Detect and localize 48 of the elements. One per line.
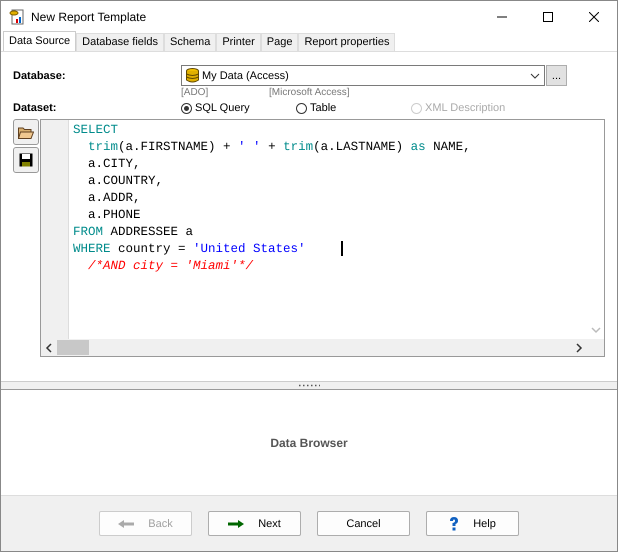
code-line: a.COUNTRY, [87, 173, 164, 190]
code-line: a.PHONE [87, 207, 141, 224]
splitter-handle[interactable] [1, 381, 617, 390]
window-title: New Report Template [31, 10, 148, 24]
text-cursor [341, 241, 343, 256]
provider-text: [ADO] [181, 87, 210, 98]
tab[interactable]: Report properties [298, 33, 396, 51]
tab[interactable]: Database fields [76, 33, 164, 51]
dataset-label: Dataset: [13, 102, 58, 114]
sql-editor[interactable]: SELECT trim(a.FIRSTNAME) + ' ' + trim(a.LASTNAME) as NAME, a.CITY, a.COUNTRY, a.ADDR, a.PHONE FROM ADDRESSEE a WHERE country = 'United States' /*AND city = 'Miami'*/ [40, 119, 605, 357]
open-folder-button[interactable] [13, 119, 39, 145]
report-app-icon [9, 8, 25, 24]
tab[interactable]: Page [260, 33, 298, 51]
tab[interactable]: Schema [164, 33, 216, 51]
data-browser-label: Data Browser [270, 436, 348, 450]
database-label: Database: [13, 70, 67, 82]
next-button[interactable]: Next [208, 511, 301, 536]
cancel-button[interactable]: Cancel [317, 511, 410, 536]
save-button[interactable] [13, 147, 39, 173]
left-arrow-icon [118, 520, 134, 528]
help-button[interactable]: Help [426, 511, 519, 536]
code-line: trim(a.FIRSTNAME) + ' ' + trim(a.LASTNAME) as NAME, [87, 139, 471, 156]
scrollbar-thumb[interactable] [57, 340, 89, 355]
code-line: WHERE country = 'United States' [73, 241, 306, 258]
browse-button[interactable]: ... [546, 65, 567, 86]
database-icon [186, 68, 199, 83]
close-icon [589, 12, 599, 22]
code-line: /*AND city = 'Miami'*/ [87, 258, 254, 275]
maximize-icon [543, 12, 553, 22]
tab[interactable]: Data Source [3, 31, 76, 51]
radio-circle[interactable] [296, 102, 307, 114]
code-line: FROM ADDRESSEE a [73, 224, 194, 241]
folder-icon [18, 126, 34, 138]
radio-button[interactable]: Table [296, 102, 411, 114]
scroll-left-icon[interactable] [45, 342, 53, 352]
code-line: a.ADDR, [87, 190, 141, 207]
scrollbar-corner [587, 339, 604, 356]
scroll-right-icon[interactable] [575, 342, 583, 352]
radio-circle[interactable] [181, 102, 192, 114]
code-line: SELECT [73, 122, 118, 139]
tab[interactable]: Printer [216, 33, 261, 51]
radio-button[interactable]: SQL Query [181, 102, 296, 114]
right-arrow-icon [228, 520, 244, 528]
code-line: a.CITY, [87, 156, 141, 173]
help-icon [449, 516, 460, 530]
database-dropdown[interactable]: My Data (Access) [181, 65, 545, 86]
driver-text: [Microsoft Access] [269, 87, 350, 98]
chevron-down-icon [530, 72, 540, 78]
